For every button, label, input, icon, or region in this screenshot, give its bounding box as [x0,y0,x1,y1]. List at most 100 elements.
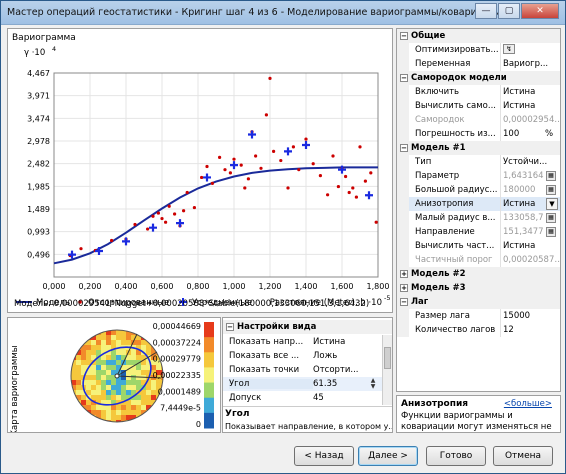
spin-arrows-icon[interactable]: ▲ ▼ [368,378,378,390]
collapse-icon[interactable]: − [400,144,408,152]
view-setting-row[interactable]: Показать точки Отсорти... [223,363,392,377]
calculator-icon[interactable]: ▦ [546,213,556,223]
view-settings-header[interactable]: − Настройки вида [223,320,392,334]
binned-point [239,163,243,167]
next-button[interactable]: Далее > [358,446,418,466]
heat-cell [101,360,106,365]
category-lag[interactable]: − Лаг [397,295,560,309]
heat-cell [136,420,141,422]
heat-cell [131,375,136,380]
scale-label: 0,00037224 [153,338,201,347]
property-enable[interactable]: Включить Истина [397,85,560,99]
heat-cell [86,400,91,405]
property-anisotropy[interactable]: Анизотропия Истина ▼ [397,197,560,211]
heat-cell [111,415,116,420]
more-link[interactable]: <больше> [504,399,552,409]
property-partial-sill[interactable]: Частичный порог 0,0002058758 [397,253,560,267]
heat-cell [96,385,101,390]
dropdown-arrow-icon[interactable]: ▼ [546,198,558,210]
heat-cell [101,410,106,415]
property-minor-range[interactable]: Малый радиус в... 133058,7 ▦ [397,211,560,225]
collapse-icon[interactable]: − [400,74,408,82]
heat-cell [146,350,151,355]
binned-point [173,212,177,216]
minimize-button[interactable]: — [475,3,497,19]
property-lag-count[interactable]: Количество лагов 12 [397,323,560,337]
category-model1[interactable]: − Модель #1 [397,141,560,155]
maximize-button[interactable]: ▢ [498,3,520,19]
binned-point [318,174,322,178]
property-major-range[interactable]: Большой радиус... 180000 ▦ [397,183,560,197]
view-setting-row[interactable]: Показать напр... Истина [223,335,392,349]
heat-cell [106,395,111,400]
category-model3[interactable]: + Модель #3 [397,281,560,295]
binned-point [160,216,164,221]
view-setting-row[interactable]: Показать все ... Ложь [223,349,392,363]
heat-cell [136,405,141,410]
heat-cell [86,420,91,422]
variogram-chart[interactable]: 0,000 0,200 0,400 0,600 0,800 1,000 1,200 1,400… [10,45,392,307]
heat-cell [146,420,151,422]
property-optimize[interactable]: Оптимизировать... ↯ [397,43,560,57]
heat-cell [156,380,161,385]
variogram-map[interactable]: 0,00044669 0,00037224 0,00029779 0,00022335… [8,318,221,433]
heat-cell [111,365,116,370]
property-type[interactable]: Тип Устойчи... [397,155,560,169]
heat-cell [101,365,106,370]
heat-cell [101,405,106,410]
category-general[interactable]: − Общие [397,29,560,43]
heat-cell [71,400,76,405]
anisotropy-select[interactable]: Истина [503,199,547,209]
property-nugget[interactable]: Самородок 0,00002954... [397,113,560,127]
expand-icon[interactable]: + [400,284,408,292]
heat-cell [106,360,111,365]
heat-cell [106,375,111,380]
view-settings-scrollbar[interactable] [382,335,392,405]
expand-icon[interactable]: + [400,270,408,278]
collapse-icon[interactable]: − [400,32,408,40]
y-tick-label: 1,489 [27,205,50,214]
angle-input[interactable]: 61.35 [313,379,373,389]
view-setting-row-angle[interactable]: Угол 61.35 ▲ ▼ [223,377,392,391]
cancel-button[interactable]: Отмена [493,446,553,466]
property-lag-size[interactable]: Размер лага 15000 [397,309,560,323]
close-button[interactable]: ✕ [521,3,559,19]
heat-cell [76,335,81,340]
binned-point [200,175,204,180]
heat-cell [106,380,111,385]
property-variable[interactable]: Переменная Вариогр... [397,57,560,71]
binned-point [146,227,150,231]
heat-cell [126,380,131,385]
view-setting-row[interactable]: Допуск 45 [223,391,392,405]
property-calc-partial[interactable]: Вычислить част... Истина [397,239,560,253]
heat-cell [121,335,126,340]
category-model2[interactable]: + Модель #2 [397,267,560,281]
calculator-icon[interactable]: ▦ [546,185,556,195]
collapse-icon[interactable]: − [226,323,234,331]
property-direction[interactable]: Направление 151,3477 ▦ [397,225,560,239]
back-button[interactable]: < Назад [294,446,354,466]
property-calc-nugget[interactable]: Вычислить само... Истина [397,99,560,113]
heat-cell [116,415,121,420]
calculator-icon[interactable]: ▦ [546,171,556,181]
heat-cell [71,415,76,420]
optimize-button[interactable]: ↯ [503,44,515,54]
property-parameter[interactable]: Параметр 1,643164 ▦ [397,169,560,183]
heat-cell [106,335,111,340]
heat-cell [131,410,136,415]
y-tick-label: 3,971 [27,92,50,101]
collapse-icon[interactable]: − [400,298,408,306]
heat-cell [71,335,76,340]
y-tick-label: 0,496 [27,250,50,259]
heat-cell [131,380,136,385]
heat-cell [81,415,86,420]
category-nugget[interactable]: − Самородок модели [397,71,560,85]
heat-cell [116,420,121,422]
finish-button[interactable]: Готово [426,446,486,466]
heat-cell [146,395,151,400]
calculator-icon[interactable]: ▦ [546,227,556,237]
heat-cell [121,350,126,355]
binned-point [254,154,258,158]
property-measurement-error[interactable]: Погрешность из... 100 % [397,127,560,141]
heat-cell [116,360,121,365]
